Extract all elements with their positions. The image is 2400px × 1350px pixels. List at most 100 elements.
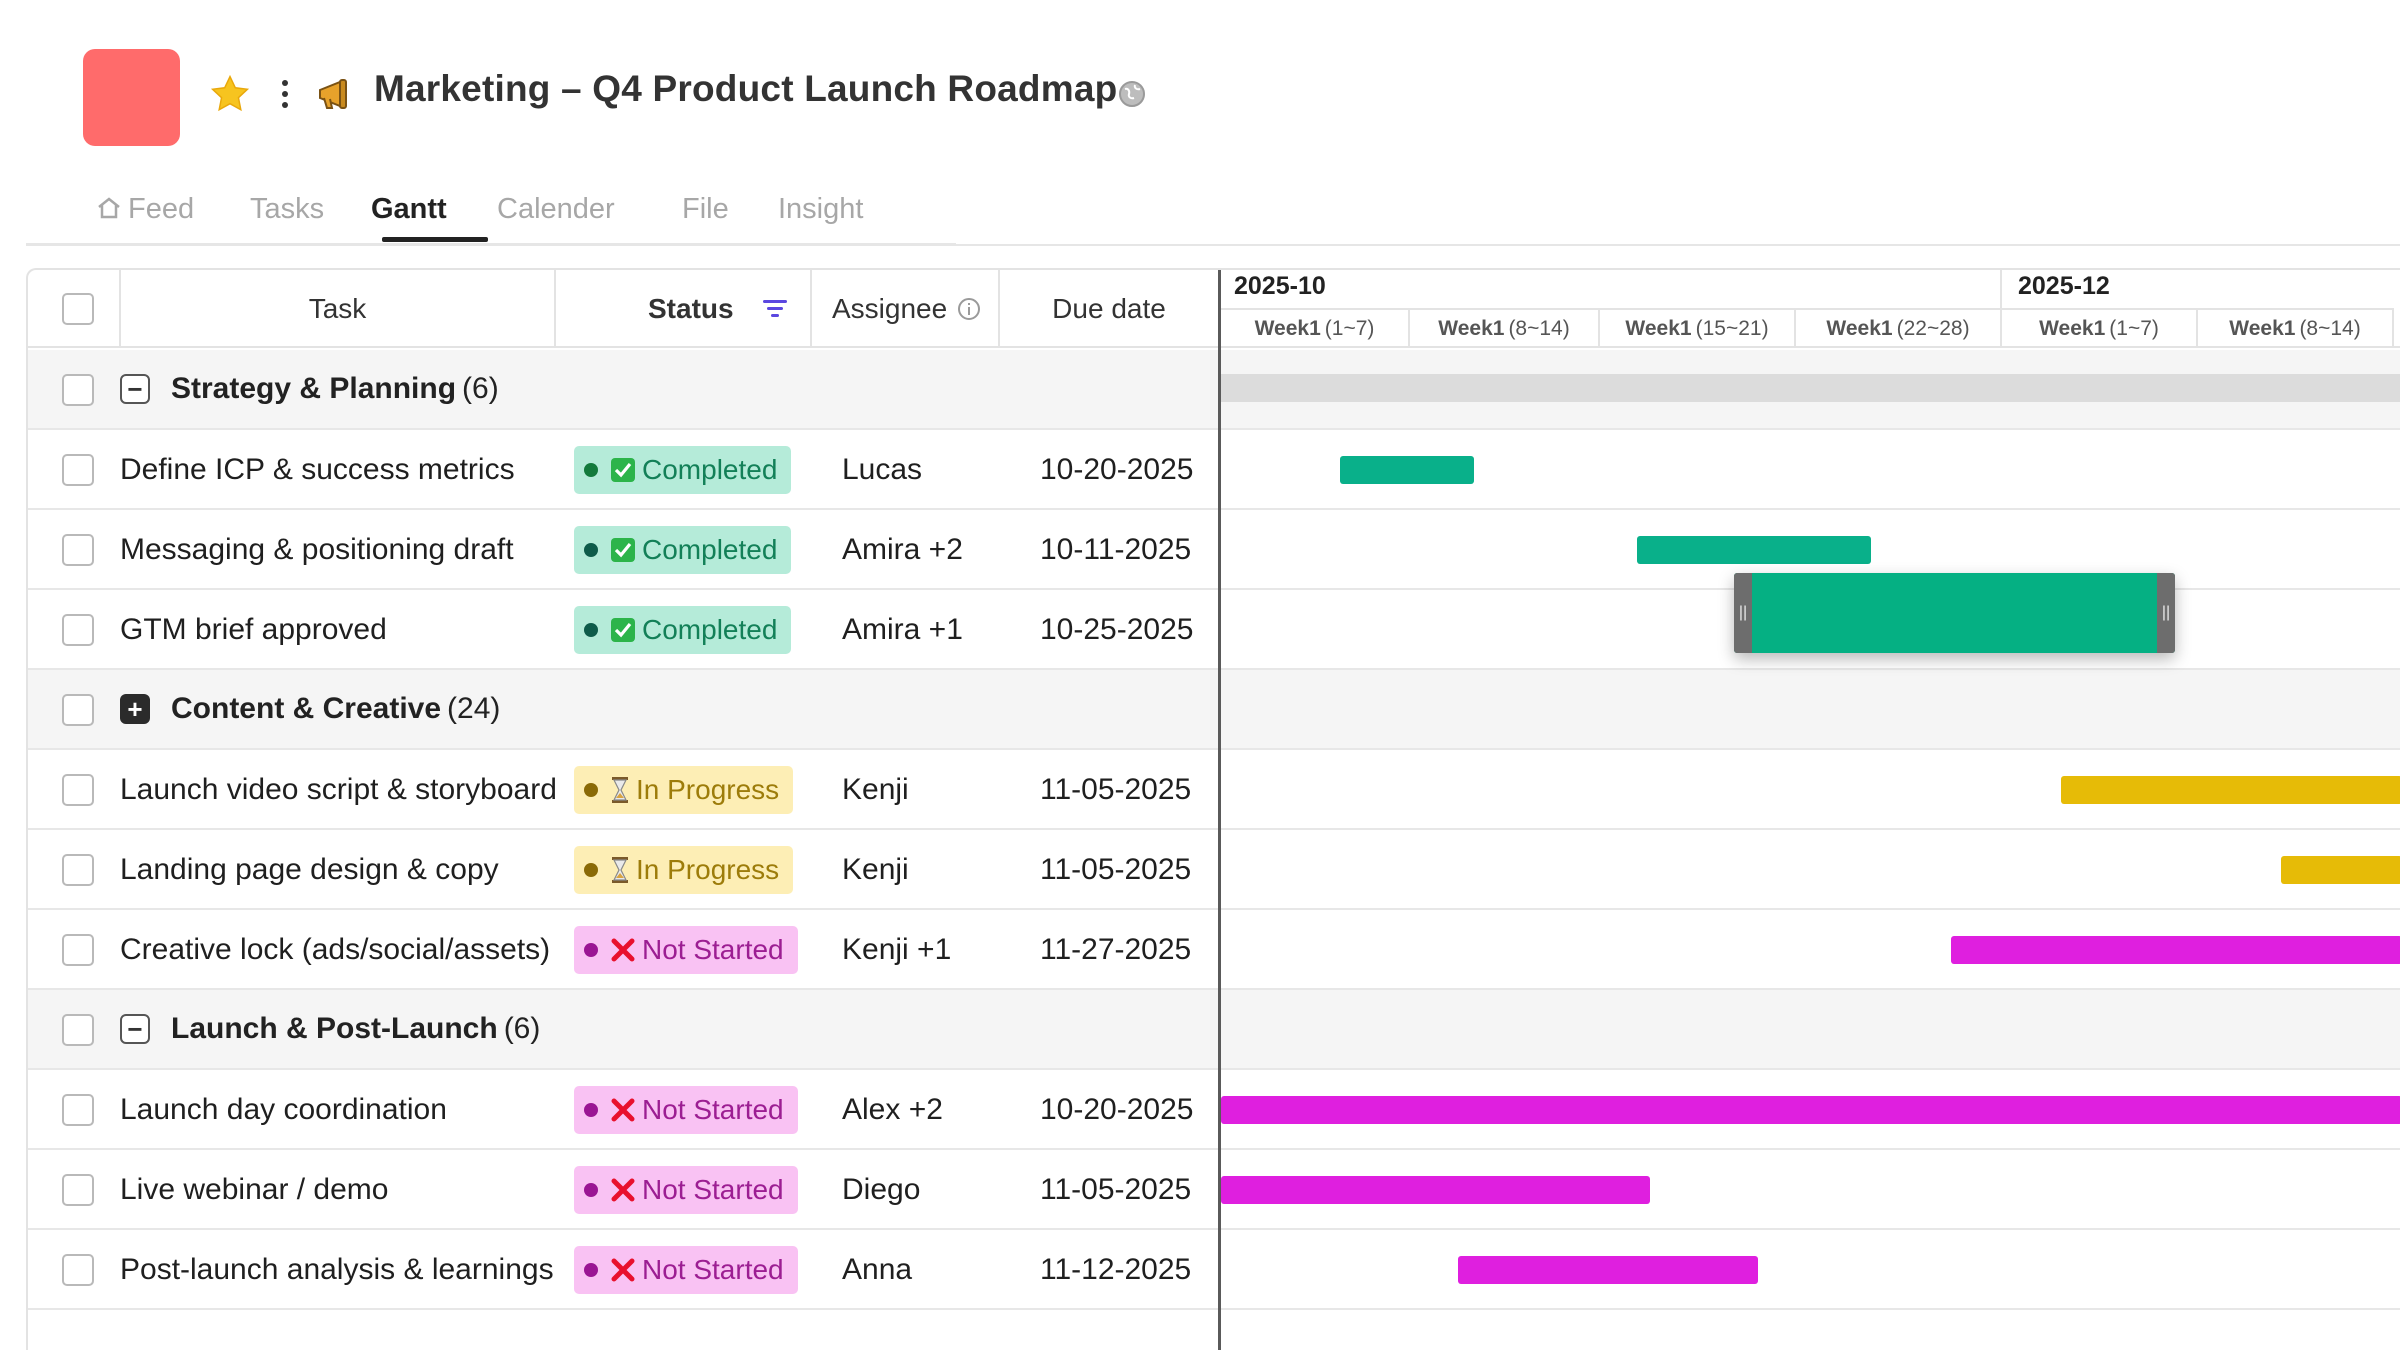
- due-date[interactable]: 11-05-2025: [1040, 1173, 1191, 1207]
- gantt-bar[interactable]: [1221, 1176, 1650, 1204]
- row-checkbox[interactable]: [62, 774, 94, 806]
- more-options-icon[interactable]: [270, 72, 300, 116]
- status-badge[interactable]: In Progress: [574, 766, 794, 814]
- assignee[interactable]: Anna: [842, 1253, 912, 1287]
- expand-icon[interactable]: +: [120, 694, 150, 724]
- cross-icon: [611, 1178, 635, 1202]
- group-row[interactable]: + Content & Creative (24): [28, 670, 2400, 750]
- status-badge[interactable]: Not Started: [574, 1166, 798, 1214]
- assignee[interactable]: Alex +2: [842, 1093, 943, 1127]
- resize-handle-right[interactable]: ||: [2157, 573, 2175, 653]
- collapse-icon[interactable]: −: [120, 1014, 150, 1044]
- check-box-icon: [611, 538, 635, 562]
- status-badge[interactable]: Completed: [574, 526, 792, 574]
- task-name[interactable]: Post-launch analysis & learnings: [120, 1253, 554, 1287]
- gantt-bar[interactable]: [2061, 776, 2400, 804]
- task-name[interactable]: Creative lock (ads/social/assets): [120, 933, 550, 967]
- due-date[interactable]: 10-11-2025: [1040, 533, 1191, 567]
- row-checkbox[interactable]: [62, 534, 94, 566]
- table-row[interactable]: Creative lock (ads/social/assets) Not St…: [28, 910, 2400, 990]
- assignee[interactable]: Amira +1: [842, 613, 963, 647]
- column-header-assignee[interactable]: Assignee: [812, 270, 1000, 348]
- row-checkbox[interactable]: [62, 614, 94, 646]
- due-date[interactable]: 11-27-2025: [1040, 933, 1191, 967]
- assignee[interactable]: Kenji +1: [842, 933, 951, 967]
- row-checkbox[interactable]: [62, 1014, 94, 1046]
- gantt-bar[interactable]: [1221, 1096, 2400, 1124]
- status-badge[interactable]: Not Started: [574, 926, 798, 974]
- month-label: 2025-12: [2018, 272, 2110, 300]
- tab-gantt[interactable]: Gantt: [371, 193, 447, 226]
- task-name[interactable]: Define ICP & success metrics: [120, 453, 515, 487]
- week-header: Week1 (8~14): [2198, 308, 2394, 348]
- month-separator: [2000, 270, 2002, 310]
- task-name[interactable]: Launch video script & storyboard: [120, 773, 557, 807]
- assignee[interactable]: Kenji: [842, 853, 909, 887]
- group-row[interactable]: − Launch & Post-Launch (6): [28, 990, 2400, 1070]
- task-name[interactable]: Live webinar / demo: [120, 1173, 388, 1207]
- table-row[interactable]: Post-launch analysis & learnings Not Sta…: [28, 1230, 2400, 1310]
- column-header-due-date[interactable]: Due date: [1000, 270, 1218, 348]
- status-badge[interactable]: Not Started: [574, 1086, 798, 1134]
- status-badge[interactable]: Completed: [574, 606, 792, 654]
- row-checkbox[interactable]: [62, 694, 94, 726]
- row-checkbox[interactable]: [62, 934, 94, 966]
- table-row[interactable]: Define ICP & success metrics Completed L…: [28, 430, 2400, 510]
- due-date[interactable]: 10-25-2025: [1040, 613, 1193, 647]
- gantt-bar[interactable]: [1951, 936, 2400, 964]
- globe-icon[interactable]: [1117, 79, 1147, 109]
- tab-file[interactable]: File: [682, 193, 729, 226]
- gantt-bar[interactable]: [1458, 1256, 1758, 1284]
- gantt-bar[interactable]: [2281, 856, 2400, 884]
- due-date[interactable]: 11-05-2025: [1040, 853, 1191, 887]
- due-date[interactable]: 10-20-2025: [1040, 1093, 1193, 1127]
- table-row[interactable]: Landing page design & copy In Progress K…: [28, 830, 2400, 910]
- table-row[interactable]: Launch day coordination Not Started Alex…: [28, 1070, 2400, 1150]
- tab-feed[interactable]: Feed: [96, 193, 194, 226]
- favorite-star-icon[interactable]: [208, 72, 252, 116]
- assignee[interactable]: Lucas: [842, 453, 922, 487]
- column-header-task[interactable]: Task: [121, 270, 556, 348]
- table-row[interactable]: Launch video script & storyboard In Prog…: [28, 750, 2400, 830]
- row-checkbox[interactable]: [62, 1254, 94, 1286]
- page-header: Marketing – Q4 Product Launch Roadmap: [0, 0, 2400, 180]
- task-name[interactable]: GTM brief approved: [120, 613, 387, 647]
- tab-tasks[interactable]: Tasks: [250, 193, 324, 226]
- pane-divider[interactable]: [1218, 270, 1221, 1350]
- gantt-bar[interactable]: [1340, 456, 1474, 484]
- tab-calender[interactable]: Calender: [497, 193, 615, 226]
- row-checkbox[interactable]: [62, 1174, 94, 1206]
- status-dot: [584, 863, 598, 877]
- row-checkbox[interactable]: [62, 1094, 94, 1126]
- tab-insight[interactable]: Insight: [778, 193, 863, 226]
- assignee[interactable]: Diego: [842, 1173, 920, 1207]
- row-checkbox[interactable]: [62, 374, 94, 406]
- group-row[interactable]: − Strategy & Planning (6): [28, 350, 2400, 430]
- task-name[interactable]: Messaging & positioning draft: [120, 533, 514, 567]
- task-name[interactable]: Landing page design & copy: [120, 853, 499, 887]
- gantt-bar[interactable]: [1637, 536, 1871, 564]
- select-all-checkbox[interactable]: [62, 293, 94, 325]
- assignee[interactable]: Kenji: [842, 773, 909, 807]
- due-date[interactable]: 10-20-2025: [1040, 453, 1193, 487]
- info-icon[interactable]: [957, 297, 981, 321]
- project-avatar[interactable]: [83, 49, 180, 146]
- megaphone-icon: [319, 79, 347, 109]
- gantt-bar-selected[interactable]: || ||: [1734, 573, 2175, 653]
- due-date[interactable]: 11-12-2025: [1040, 1253, 1191, 1287]
- row-checkbox[interactable]: [62, 854, 94, 886]
- collapse-icon[interactable]: −: [120, 374, 150, 404]
- week-header: Week1 (8~14): [1410, 308, 1600, 348]
- row-checkbox[interactable]: [62, 454, 94, 486]
- assignee[interactable]: Amira +2: [842, 533, 963, 567]
- table-row[interactable]: Live webinar / demo Not Started Diego 11…: [28, 1150, 2400, 1230]
- status-badge[interactable]: Completed: [574, 446, 792, 494]
- filter-icon[interactable]: [762, 298, 788, 320]
- column-header-status[interactable]: Status: [556, 270, 812, 348]
- resize-handle-left[interactable]: ||: [1734, 573, 1752, 653]
- due-date[interactable]: 11-05-2025: [1040, 773, 1191, 807]
- hourglass-icon: [612, 857, 628, 883]
- status-badge[interactable]: In Progress: [574, 846, 794, 894]
- status-badge[interactable]: Not Started: [574, 1246, 798, 1294]
- task-name[interactable]: Launch day coordination: [120, 1093, 447, 1127]
